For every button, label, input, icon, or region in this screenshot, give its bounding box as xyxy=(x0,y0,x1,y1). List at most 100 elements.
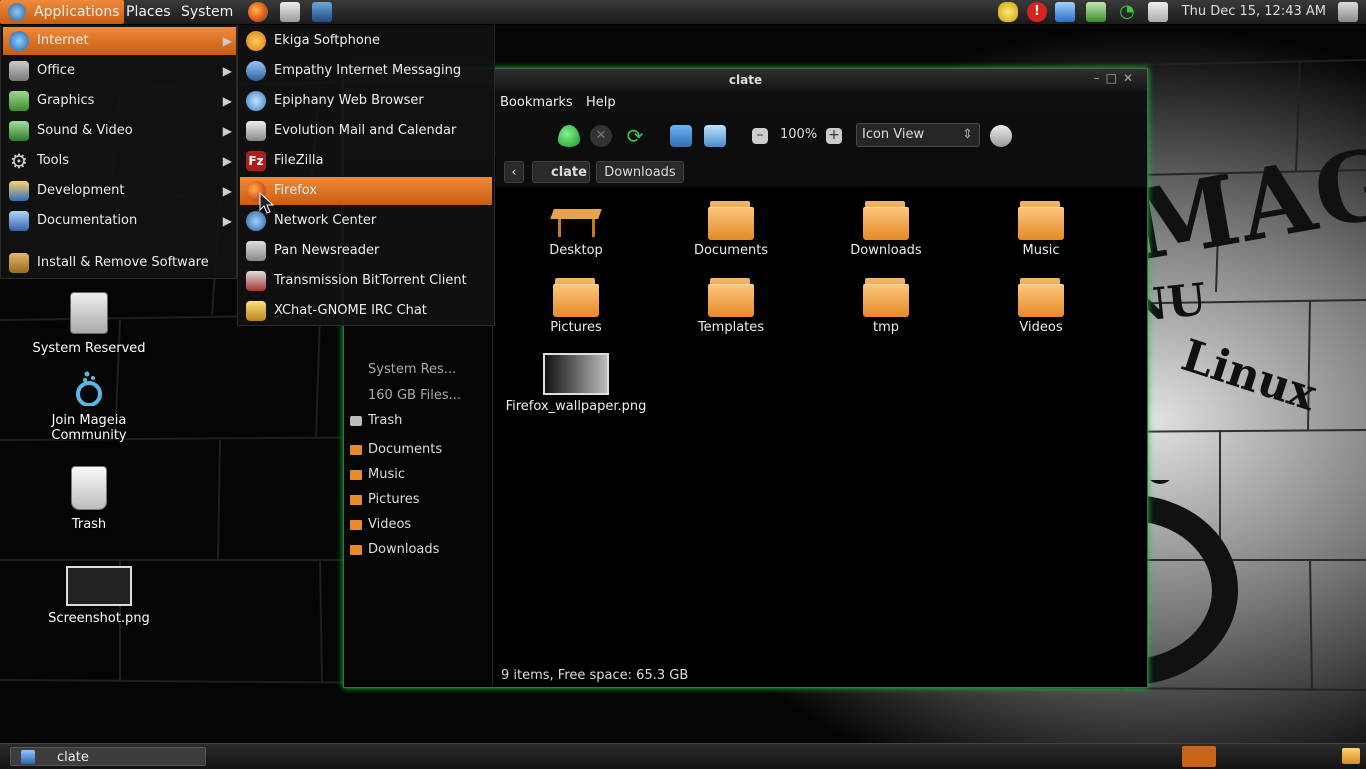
file-item-templates[interactable]: Templates xyxy=(656,278,806,335)
sidebar-item-videos[interactable]: Videos xyxy=(348,514,411,536)
home-up-icon[interactable] xyxy=(558,125,580,147)
reload-icon[interactable]: ⟳ xyxy=(624,125,646,147)
submenu-item-label: XChat-GNOME IRC Chat xyxy=(274,303,427,318)
update-icon[interactable] xyxy=(1055,2,1075,22)
desktop-icon-trash[interactable]: Trash xyxy=(28,466,150,532)
file-item-firefox-wallpaper[interactable]: Firefox_wallpaper.png xyxy=(501,353,651,414)
desktop-icon-system-reserved[interactable]: System Reserved xyxy=(28,292,150,356)
transmission-icon xyxy=(246,271,266,291)
mageia-menu-icon xyxy=(8,3,26,21)
submenu-item-firefox[interactable]: Firefox xyxy=(240,177,492,205)
menu-item-office[interactable]: Office ▶ xyxy=(3,57,236,85)
network-manager-icon[interactable] xyxy=(1086,2,1106,22)
sidebar-item-device[interactable]: System Res... xyxy=(348,359,456,381)
zoom-level: 100% xyxy=(780,127,818,142)
security-icon[interactable] xyxy=(998,2,1018,22)
clock[interactable]: Thu Dec 15, 12:43 AM xyxy=(1182,0,1326,24)
close-icon[interactable]: ✕ xyxy=(1123,71,1139,85)
sidebar-item-music[interactable]: Music xyxy=(348,464,405,486)
submenu-item-network-center[interactable]: Network Center xyxy=(240,207,492,235)
folder-icon xyxy=(553,278,599,317)
submenu-item-epiphany[interactable]: Epiphany Web Browser xyxy=(240,87,492,115)
submenu-item-label: Transmission BitTorrent Client xyxy=(274,273,467,288)
office-icon xyxy=(9,61,29,81)
file-item-pictures[interactable]: Pictures xyxy=(501,278,651,335)
menu-item-sound-video[interactable]: Sound & Video ▶ xyxy=(3,117,236,145)
chevron-right-icon: ▶ xyxy=(222,154,232,168)
wifi-icon[interactable]: ◔ xyxy=(1117,2,1137,22)
folder-icon xyxy=(350,520,362,530)
menu-system[interactable]: System xyxy=(175,0,239,24)
zoom-in-icon[interactable]: + xyxy=(826,128,842,144)
menu-bookmarks[interactable]: Bookmarks xyxy=(500,95,573,110)
menu-item-label: Development xyxy=(37,183,125,198)
view-mode-value: Icon View xyxy=(862,127,925,142)
desktop-icon-screenshot[interactable]: Screenshot.png xyxy=(38,566,160,626)
path-segment-home[interactable]: clate xyxy=(532,161,590,183)
file-item-music[interactable]: Music xyxy=(966,201,1116,258)
menu-help[interactable]: Help xyxy=(586,95,616,110)
sidebar-item-trash[interactable]: Trash xyxy=(348,410,402,432)
view-mode-select[interactable]: Icon View ⇕ xyxy=(856,123,980,147)
menu-item-internet[interactable]: Internet ▶ xyxy=(3,27,236,55)
file-item-documents[interactable]: Documents xyxy=(656,201,806,258)
file-item-label: Documents xyxy=(693,243,769,258)
sidebar-item-downloads[interactable]: Downloads xyxy=(348,539,439,561)
submenu-item-empathy[interactable]: Empathy Internet Messaging xyxy=(240,57,492,85)
internet-submenu: Ekiga Softphone Empathy Internet Messagi… xyxy=(237,24,495,326)
maximize-icon[interactable]: □ xyxy=(1106,71,1123,85)
mail-icon[interactable] xyxy=(280,2,300,22)
session-icon[interactable] xyxy=(1338,2,1358,22)
show-desktop-icon[interactable] xyxy=(1342,748,1360,764)
menu-item-label: Office xyxy=(37,63,75,78)
submenu-item-ekiga[interactable]: Ekiga Softphone xyxy=(240,27,492,55)
menu-item-graphics[interactable]: Graphics ▶ xyxy=(3,87,236,115)
stop-icon[interactable]: ✕ xyxy=(590,125,612,147)
menu-places[interactable]: Places xyxy=(120,0,177,24)
alert-icon[interactable]: ! xyxy=(1027,2,1047,22)
file-item-desktop[interactable]: Desktop xyxy=(501,201,651,258)
trash-icon xyxy=(71,466,107,510)
folder-icon xyxy=(350,445,362,455)
firefox-icon[interactable] xyxy=(248,2,268,22)
submenu-item-xchat[interactable]: XChat-GNOME IRC Chat xyxy=(240,297,492,325)
applications-menu: Internet ▶ Office ▶ Graphics ▶ Sound & Vide… xyxy=(0,24,237,279)
file-item-downloads[interactable]: Downloads xyxy=(811,201,961,258)
file-item-tmp[interactable]: tmp xyxy=(811,278,961,335)
path-back-icon[interactable]: ‹ xyxy=(504,161,524,183)
menu-item-documentation[interactable]: Documentation ▶ xyxy=(3,207,236,235)
submenu-item-evolution[interactable]: Evolution Mail and Calendar xyxy=(240,117,492,145)
menu-item-install-remove[interactable]: Install & Remove Software xyxy=(3,249,236,277)
home-folder-icon[interactable] xyxy=(670,125,692,147)
menu-item-tools[interactable]: ⚙ Tools ▶ xyxy=(3,147,236,175)
menu-item-label: Graphics xyxy=(37,93,95,108)
submenu-item-label: Evolution Mail and Calendar xyxy=(274,123,457,138)
menu-item-development[interactable]: Development ▶ xyxy=(3,177,236,205)
clipboard-icon[interactable] xyxy=(1148,2,1168,22)
taskbar-window-clate[interactable]: clate xyxy=(10,747,206,766)
desktop-icon-join-mageia[interactable]: Join Mageia Community xyxy=(28,368,150,443)
search-icon[interactable] xyxy=(990,125,1012,147)
sidebar-item-label: Music xyxy=(368,467,405,482)
computer-icon[interactable] xyxy=(704,125,726,147)
sidebar-item-documents[interactable]: Documents xyxy=(348,439,442,461)
file-item-label: Firefox_wallpaper.png xyxy=(505,399,647,414)
sidebar-item-device[interactable]: 160 GB Files... xyxy=(348,385,461,407)
file-item-videos[interactable]: Videos xyxy=(966,278,1116,335)
zoom-out-icon[interactable]: – xyxy=(752,128,768,144)
trash-icon xyxy=(350,416,362,426)
screenshot-icon[interactable] xyxy=(312,2,332,22)
mageia-community-icon xyxy=(73,368,105,407)
menu-item-label: Sound & Video xyxy=(37,123,133,138)
workspace-switcher-active[interactable] xyxy=(1182,746,1216,767)
minimize-icon[interactable]: – xyxy=(1094,71,1106,85)
path-segment-current[interactable]: Downloads xyxy=(596,161,684,183)
submenu-item-transmission[interactable]: Transmission BitTorrent Client xyxy=(240,267,492,295)
desktop-icon-label: Join Mageia Community xyxy=(51,413,127,443)
submenu-item-filezilla[interactable]: Fz FileZilla xyxy=(240,147,492,175)
folder-icon xyxy=(863,278,909,317)
graphics-icon xyxy=(9,91,29,111)
music-icon xyxy=(9,121,29,141)
submenu-item-pan[interactable]: Pan Newsreader xyxy=(240,237,492,265)
sidebar-item-pictures[interactable]: Pictures xyxy=(348,489,419,511)
